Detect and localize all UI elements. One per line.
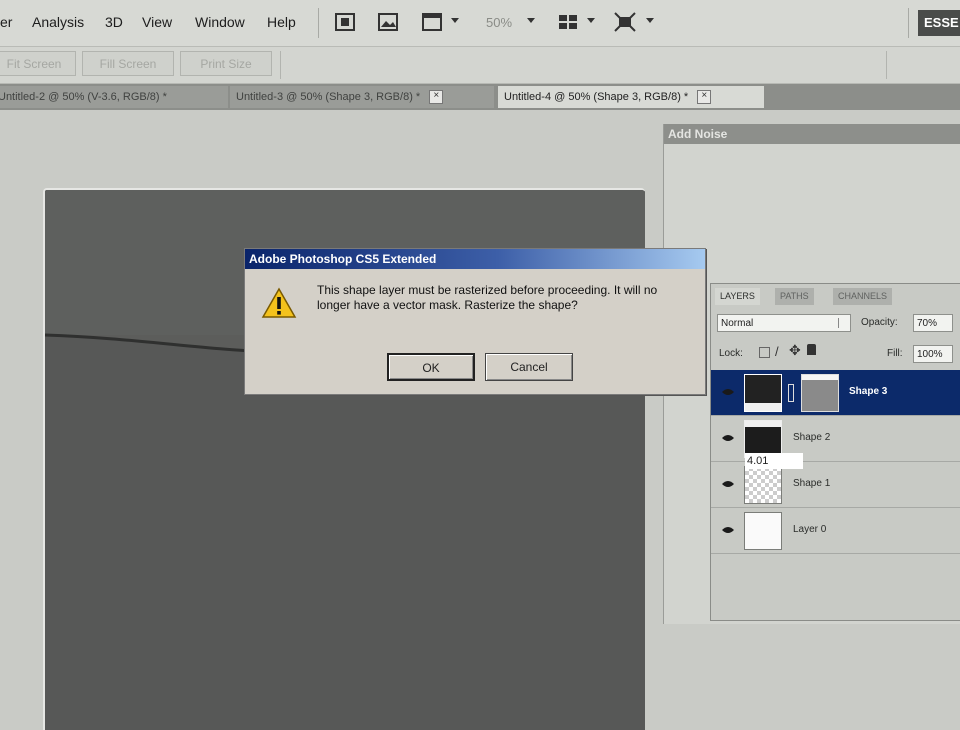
layer-thumbnail xyxy=(744,512,782,550)
arrange-documents-icon[interactable] xyxy=(557,12,579,32)
chevron-down-icon xyxy=(838,318,848,328)
layer-name: Shape 3 xyxy=(849,386,888,397)
blend-mode-value: Normal xyxy=(721,318,754,329)
opacity-field[interactable]: 70% xyxy=(913,314,953,332)
menu-3d[interactable]: 3D xyxy=(105,14,123,30)
menu-window[interactable]: Window xyxy=(195,14,245,30)
fill-field[interactable]: 100% xyxy=(913,345,953,363)
layers-panel: LAYERS PATHS CHANNELS Normal Opacity: 70… xyxy=(710,283,960,621)
close-icon[interactable]: × xyxy=(697,90,712,105)
tab-label: Untitled-4 @ 50% (Shape 3, RGB/8) * xyxy=(504,91,689,103)
menu-separator xyxy=(908,8,909,38)
vector-mask-thumbnail[interactable] xyxy=(801,374,839,412)
tooltip: 4.01 xyxy=(745,453,803,469)
zoom-level[interactable]: 50% xyxy=(486,15,512,30)
menu-analysis[interactable]: Analysis xyxy=(32,14,84,30)
eye-icon[interactable] xyxy=(721,478,735,490)
layer-row-shape-3[interactable]: Shape 3 xyxy=(711,370,960,416)
workspace-switcher[interactable]: ESSE xyxy=(918,10,960,36)
tab-label: Untitled-2 @ 50% (V-3.6, RGB/8) * xyxy=(0,91,167,103)
tab-untitled-3[interactable]: Untitled-3 @ 50% (Shape 3, RGB/8) * × xyxy=(230,86,494,108)
options-separator xyxy=(886,51,887,79)
lock-transparent-icon[interactable] xyxy=(759,347,770,358)
cancel-button[interactable]: Cancel xyxy=(485,353,573,381)
tab-untitled-2[interactable]: Untitled-2 @ 50% (V-3.6, RGB/8) * xyxy=(0,86,228,108)
eye-icon[interactable] xyxy=(721,386,735,398)
menu-help[interactable]: Help xyxy=(267,14,296,30)
warning-icon xyxy=(261,287,297,318)
rasterize-dialog: Adobe Photoshop CS5 Extended This shape … xyxy=(244,248,706,395)
eye-icon[interactable] xyxy=(721,524,735,536)
launch-bridge-icon[interactable] xyxy=(334,12,356,32)
options-bar: Fit Screen Fill Screen Print Size xyxy=(0,47,960,84)
chevron-down-icon[interactable] xyxy=(646,18,654,23)
blend-mode-select[interactable]: Normal xyxy=(717,314,851,332)
tab-channels[interactable]: CHANNELS xyxy=(833,288,893,305)
fill-screen-button[interactable]: Fill Screen xyxy=(82,51,174,76)
eye-icon[interactable] xyxy=(721,432,735,444)
layer-name: Shape 2 xyxy=(793,432,831,443)
tab-label: Untitled-3 @ 50% (Shape 3, RGB/8) * xyxy=(236,91,421,103)
layer-name: Layer 0 xyxy=(793,524,827,535)
dialog-message: This shape layer must be rasterized befo… xyxy=(317,283,658,312)
print-size-button[interactable]: Print Size xyxy=(180,51,272,76)
tab-paths[interactable]: PATHS xyxy=(775,288,814,305)
layer-thumbnail xyxy=(744,466,782,504)
menu-view[interactable]: View xyxy=(142,14,172,30)
dialog-title[interactable]: Adobe Photoshop CS5 Extended xyxy=(245,249,705,269)
ok-button[interactable]: OK xyxy=(387,353,475,381)
close-icon[interactable]: × xyxy=(429,90,444,105)
lock-position-icon[interactable]: ✥ xyxy=(789,342,801,359)
menu-separator xyxy=(318,8,319,38)
tab-layers[interactable]: LAYERS xyxy=(715,288,760,305)
chevron-down-icon[interactable] xyxy=(527,18,535,23)
document-tab-bar: Untitled-2 @ 50% (V-3.6, RGB/8) * Untitl… xyxy=(0,84,960,110)
menu-filter[interactable]: er xyxy=(0,14,12,30)
menu-bar: er Analysis 3D View Window Help 50% ESSE xyxy=(0,0,960,47)
lock-image-icon[interactable]: / xyxy=(775,344,779,359)
chevron-down-icon[interactable] xyxy=(451,18,459,23)
view-extras-icon[interactable] xyxy=(421,12,443,32)
opacity-label: Opacity: xyxy=(861,317,898,328)
lock-label: Lock: xyxy=(719,348,743,359)
chevron-down-icon[interactable] xyxy=(587,18,595,23)
mini-bridge-icon[interactable] xyxy=(377,12,399,32)
screen-mode-icon[interactable] xyxy=(614,12,636,32)
add-noise-title[interactable]: Add Noise xyxy=(664,124,960,144)
tab-untitled-4[interactable]: Untitled-4 @ 50% (Shape 3, RGB/8) * × xyxy=(498,86,764,108)
layer-name: Shape 1 xyxy=(793,478,831,489)
layer-row-layer-0[interactable]: Layer 0 xyxy=(711,508,960,554)
options-separator xyxy=(280,51,281,79)
link-icon xyxy=(788,384,794,402)
fit-screen-button[interactable]: Fit Screen xyxy=(0,51,76,76)
layer-thumbnail xyxy=(744,374,782,412)
lock-all-icon[interactable] xyxy=(807,344,816,355)
fill-label: Fill: xyxy=(887,348,903,359)
